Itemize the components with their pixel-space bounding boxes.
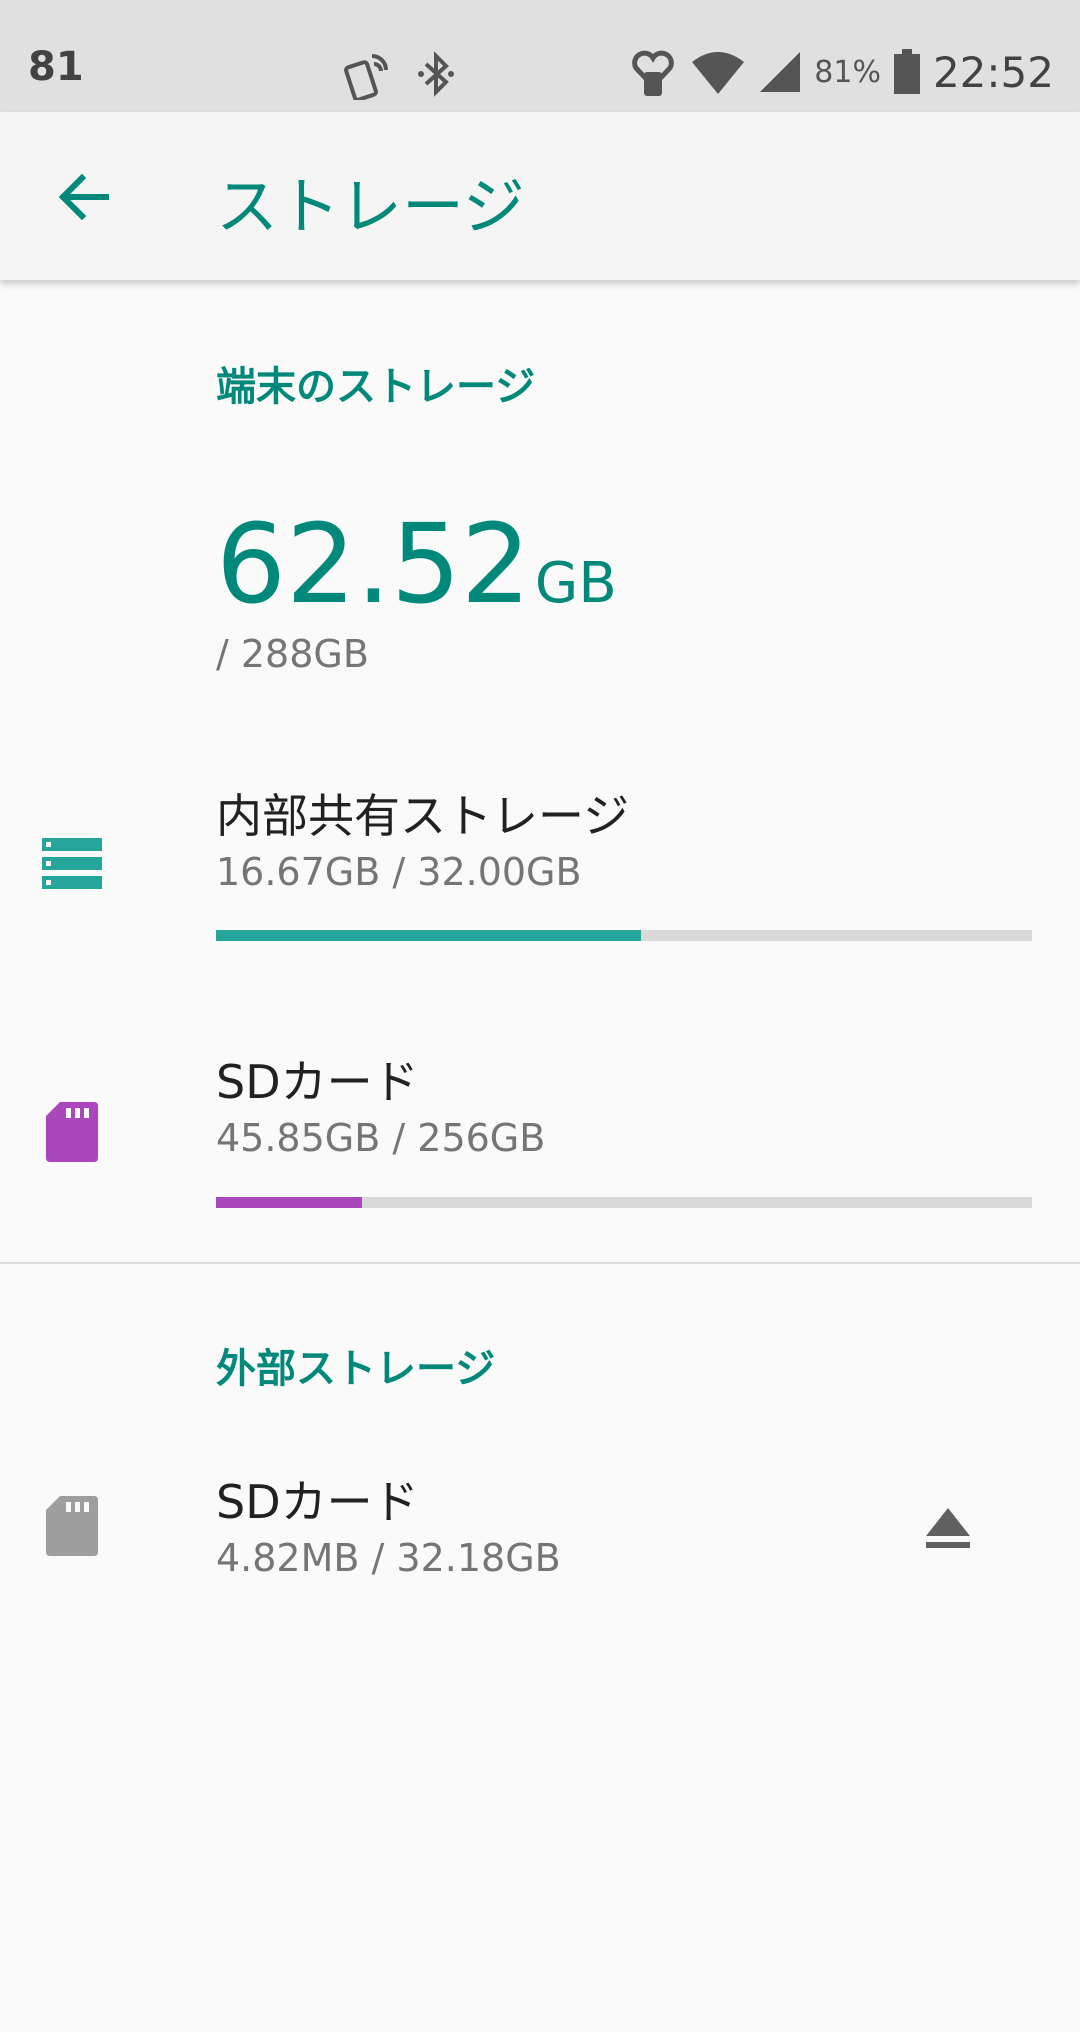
internal-storage-title: 内部共有ストレージ <box>216 789 630 843</box>
app-bar: ストレージ <box>0 112 1080 280</box>
status-time: 22:52 <box>932 47 1054 97</box>
battery-icon <box>893 49 920 94</box>
status-right-icons: 81% 22:52 <box>628 46 1054 98</box>
sd-card-title: SDカード <box>216 1055 419 1109</box>
internal-storage-progress <box>216 930 1032 941</box>
total-used-unit: GB <box>534 551 617 616</box>
sd-card-progress-fill <box>216 1197 363 1208</box>
sd-card-icon <box>46 1496 98 1556</box>
storage-icon <box>42 838 102 889</box>
nfc-icon <box>344 54 388 100</box>
section-header-device-storage: 端末のストレージ <box>216 364 536 410</box>
sd-card-icon <box>46 1102 98 1162</box>
page-title: ストレージ <box>216 170 525 243</box>
sd-card-usage: 45.85GB / 256GB <box>216 1116 546 1160</box>
internal-storage-usage: 16.67GB / 32.00GB <box>216 850 582 894</box>
total-used-value: 62.52 <box>216 500 531 628</box>
back-arrow-icon[interactable] <box>50 162 120 232</box>
sd-card-progress <box>216 1197 1032 1208</box>
section-header-external-storage: 外部ストレージ <box>216 1346 496 1392</box>
heart-monitor-icon <box>632 50 675 96</box>
total-capacity: / 288GB <box>216 632 369 676</box>
status-center-icons <box>344 48 456 100</box>
total-used: 62.52GB <box>216 500 617 628</box>
status-notification-count: 81 <box>28 44 84 90</box>
divider <box>0 1262 1080 1264</box>
external-sd-card-title: SDカード <box>216 1475 419 1529</box>
status-bar: 81 81% 22:52 <box>0 0 1080 112</box>
internal-storage-progress-fill <box>216 930 642 941</box>
wifi-icon <box>692 52 745 94</box>
external-sd-card-usage: 4.82MB / 32.18GB <box>216 1536 561 1580</box>
bluetooth-icon <box>418 51 454 97</box>
battery-percent: 81% <box>814 54 881 90</box>
cell-signal-icon <box>760 52 801 92</box>
eject-icon[interactable] <box>920 1500 976 1556</box>
